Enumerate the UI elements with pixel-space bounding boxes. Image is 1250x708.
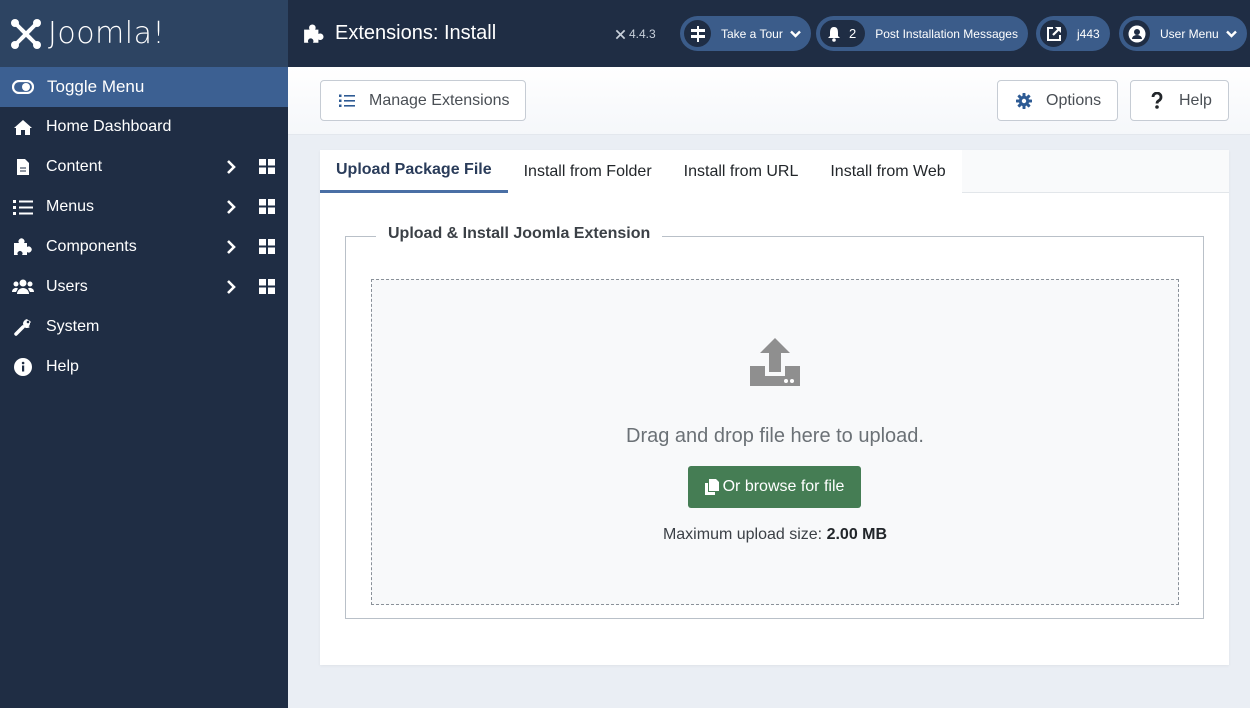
- sidebar-nav: Home Dashboard Content Menus Components: [0, 107, 288, 387]
- version-info: 4.4.3: [615, 27, 656, 41]
- chevron-right-icon[interactable]: [224, 159, 238, 175]
- sidebar-item-users[interactable]: Users: [0, 267, 288, 307]
- max-upload-label: Maximum upload size:: [662, 526, 827, 543]
- chevron-down-icon: [1225, 30, 1237, 38]
- manage-extensions-button[interactable]: Manage Extensions: [320, 80, 526, 121]
- take-tour-label: Take a Tour: [721, 26, 783, 41]
- options-label: Options: [1046, 91, 1102, 109]
- sidebar-item-components[interactable]: Components: [0, 227, 288, 267]
- list-icon: [12, 199, 34, 215]
- upload-fieldset: Upload & Install Joomla Extension Drag a…: [345, 225, 1204, 619]
- toolbar: Manage Extensions Options Help: [288, 67, 1250, 135]
- fieldset-legend: Upload & Install Joomla Extension: [376, 225, 663, 243]
- header: Extensions: Install 4.4.3 Take a Tour 2 …: [288, 0, 1250, 67]
- toggle-icon: [12, 80, 34, 94]
- user-menu-button[interactable]: User Menu: [1119, 16, 1247, 51]
- tab-install-from-url[interactable]: Install from URL: [667, 150, 815, 193]
- sidebar-item-label: Menus: [46, 198, 95, 215]
- copy-icon: [704, 479, 719, 495]
- home-icon: [12, 119, 34, 136]
- options-button[interactable]: Options: [997, 80, 1118, 121]
- brand-logo[interactable]: Joomla!: [0, 0, 288, 67]
- upload-icon: [750, 338, 800, 386]
- wrench-icon: [12, 318, 34, 336]
- joomla-logo-icon: [615, 29, 626, 39]
- page-title: Extensions: Install: [303, 22, 496, 45]
- user-menu-label: User Menu: [1160, 26, 1219, 41]
- sidebar-item-help[interactable]: Help: [0, 347, 288, 387]
- puzzle-icon: [12, 238, 34, 256]
- sidebar-item-label: System: [46, 318, 100, 335]
- users-icon: [12, 279, 34, 295]
- user-icon: [1123, 20, 1150, 47]
- sidebar-item-system[interactable]: System: [0, 307, 288, 347]
- post-installation-label: Post Installation Messages: [875, 26, 1018, 41]
- manage-extensions-label: Manage Extensions: [369, 91, 510, 109]
- tab-upload-package-file[interactable]: Upload Package File: [320, 150, 508, 193]
- notification-badge: 2: [820, 20, 866, 47]
- browse-file-button[interactable]: Or browse for file: [688, 466, 861, 508]
- sidebar-item-label: Content: [46, 158, 103, 175]
- sidebar-item-menus[interactable]: Menus: [0, 187, 288, 227]
- toggle-menu-label: Toggle Menu: [47, 77, 145, 96]
- external-link-icon: [1040, 20, 1067, 47]
- sidebar-item-content[interactable]: Content: [0, 147, 288, 187]
- install-card: Upload Package File Install from Folder …: [320, 150, 1229, 665]
- max-upload-size: Maximum upload size: 2.00 MB: [372, 526, 1178, 544]
- help-label: Help: [1179, 91, 1212, 109]
- drop-zone[interactable]: Drag and drop file here to upload. Or br…: [371, 279, 1179, 605]
- tab-install-from-folder[interactable]: Install from Folder: [507, 150, 668, 193]
- post-installation-messages-button[interactable]: 2 Post Installation Messages: [816, 16, 1028, 51]
- brand-name: Joomla!: [48, 16, 166, 51]
- notification-count: 2: [849, 26, 857, 41]
- joomla-logo-icon: [11, 18, 41, 49]
- take-tour-button[interactable]: Take a Tour: [680, 16, 811, 51]
- sidebar-item-label: Components: [46, 238, 137, 255]
- toggle-menu-button[interactable]: Toggle Menu: [0, 67, 288, 107]
- site-link-label: j443: [1077, 26, 1100, 41]
- sidebar: Joomla! Toggle Menu Home Dashboard Conte…: [0, 0, 288, 708]
- bell-icon: [828, 26, 840, 42]
- help-button[interactable]: Help: [1130, 80, 1229, 121]
- question-icon: [1151, 92, 1163, 109]
- dashboard-grid-icon[interactable]: [259, 239, 275, 254]
- puzzle-icon: [304, 23, 324, 43]
- chevron-right-icon[interactable]: [224, 199, 238, 215]
- install-tabs: Upload Package File Install from Folder …: [320, 150, 1229, 193]
- dashboard-grid-icon[interactable]: [259, 199, 275, 214]
- chevron-down-icon: [789, 30, 801, 38]
- sidebar-item-label: Users: [46, 278, 88, 295]
- sidebar-item-home-dashboard[interactable]: Home Dashboard: [0, 107, 288, 147]
- chevron-right-icon[interactable]: [224, 279, 238, 295]
- file-icon: [12, 158, 34, 176]
- chevron-right-icon[interactable]: [224, 239, 238, 255]
- dashboard-grid-icon[interactable]: [259, 159, 275, 174]
- sidebar-item-label: Home Dashboard: [46, 118, 172, 135]
- signpost-icon: [684, 20, 711, 47]
- page-title-text: Extensions: Install: [335, 22, 497, 44]
- tab-install-from-web[interactable]: Install from Web: [814, 150, 962, 193]
- browse-file-label: Or browse for file: [722, 478, 845, 495]
- max-upload-value: 2.00 MB: [826, 526, 888, 543]
- info-icon: [12, 358, 34, 376]
- gear-icon: [1016, 92, 1032, 109]
- site-link-button[interactable]: j443: [1036, 16, 1110, 51]
- dashboard-grid-icon[interactable]: [259, 279, 275, 294]
- list-icon: [339, 94, 355, 108]
- sidebar-item-label: Help: [46, 358, 79, 375]
- version-number: 4.4.3: [629, 27, 656, 41]
- drop-zone-text: Drag and drop file here to upload.: [626, 425, 924, 447]
